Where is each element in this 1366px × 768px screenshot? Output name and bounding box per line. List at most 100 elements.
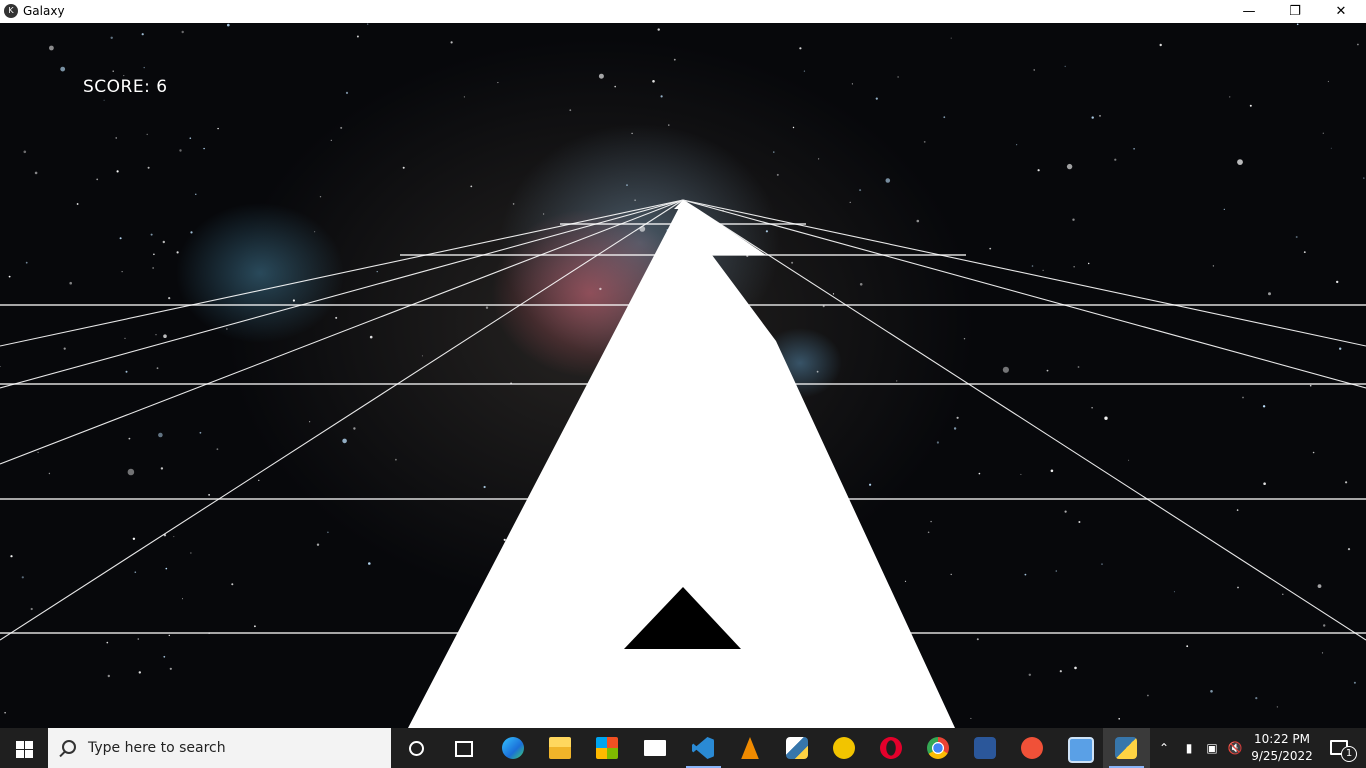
score-label: SCORE: 6 — [83, 77, 168, 97]
clock[interactable]: 10:22 PM 9/25/2022 — [1246, 731, 1318, 765]
star — [1363, 177, 1365, 179]
chrome-icon — [927, 737, 949, 759]
microsoft-store-button[interactable] — [584, 728, 631, 768]
star — [1323, 624, 1326, 627]
star — [1282, 593, 1284, 595]
vscode-button[interactable] — [680, 728, 727, 768]
star — [765, 230, 769, 233]
star — [803, 70, 806, 72]
star — [127, 468, 135, 476]
star — [395, 458, 397, 461]
star — [190, 552, 192, 554]
star — [150, 233, 153, 236]
star — [512, 203, 515, 205]
action-center-button[interactable]: 1 — [1320, 728, 1360, 768]
star — [153, 253, 155, 256]
star — [258, 479, 260, 481]
star — [1024, 573, 1027, 576]
swift-button[interactable] — [1009, 728, 1056, 768]
star — [162, 240, 165, 244]
star — [470, 185, 473, 188]
star — [634, 199, 636, 201]
star — [832, 293, 835, 295]
search-input[interactable]: Type here to search — [48, 728, 391, 768]
star — [4, 712, 6, 714]
control-panel-button[interactable] — [1056, 728, 1103, 768]
start-button[interactable] — [0, 728, 48, 768]
opera-button[interactable] — [868, 728, 915, 768]
cortana-button[interactable] — [393, 728, 440, 768]
star — [1242, 396, 1244, 399]
star — [1276, 706, 1279, 708]
python-idle-button[interactable] — [774, 728, 821, 768]
star — [119, 237, 122, 240]
archicad-button[interactable] — [821, 728, 868, 768]
volume-muted-icon: 🔇 — [1227, 741, 1243, 755]
grid-line-v — [0, 199, 684, 347]
star — [134, 571, 137, 573]
star — [1263, 482, 1266, 486]
star — [340, 126, 343, 129]
star — [1002, 366, 1010, 373]
search-icon — [62, 740, 76, 754]
maximize-button[interactable]: ❐ — [1272, 0, 1318, 23]
cortana-icon — [409, 741, 424, 756]
file-explorer-button[interactable] — [537, 728, 584, 768]
star — [1357, 43, 1359, 46]
python-app-button[interactable] — [1103, 728, 1150, 768]
title-bar: K Galaxy — ❐ ✕ — [0, 0, 1366, 23]
star — [168, 634, 170, 637]
star — [60, 66, 66, 72]
star — [124, 337, 126, 339]
opera-icon — [880, 737, 902, 759]
star — [950, 573, 952, 576]
star — [904, 580, 907, 582]
vlc-button[interactable] — [727, 728, 774, 768]
star — [936, 441, 940, 444]
search-placeholder: Type here to search — [88, 740, 226, 756]
star — [158, 432, 163, 438]
star — [652, 80, 655, 83]
star — [875, 97, 878, 100]
chrome-button[interactable] — [915, 728, 962, 768]
close-button[interactable]: ✕ — [1318, 0, 1364, 23]
star — [1128, 459, 1130, 461]
star — [123, 75, 125, 77]
game-canvas[interactable]: SCORE: 6 — [0, 23, 1366, 728]
star — [776, 173, 779, 176]
task-view-button[interactable] — [440, 728, 487, 768]
python-idle-icon — [786, 737, 808, 759]
network-button[interactable]: ▣ — [1201, 728, 1223, 768]
star — [1296, 23, 1299, 26]
star — [217, 127, 219, 130]
star — [147, 166, 150, 169]
volume-button[interactable]: 🔇 — [1224, 728, 1246, 768]
battery-button[interactable]: ▮ — [1178, 728, 1200, 768]
star — [1104, 416, 1108, 420]
star — [37, 451, 39, 454]
star — [1147, 694, 1149, 697]
star — [203, 147, 205, 150]
word-button[interactable] — [962, 728, 1009, 768]
star — [1050, 469, 1054, 473]
star — [216, 448, 219, 451]
star — [376, 271, 378, 273]
minimize-button[interactable]: — — [1226, 0, 1272, 23]
star — [316, 543, 320, 546]
star — [1229, 96, 1231, 98]
mail-button[interactable] — [632, 728, 679, 768]
edge-button[interactable] — [490, 728, 537, 768]
star — [110, 36, 113, 39]
show-hidden-icons-button[interactable]: ⌃ — [1152, 728, 1176, 768]
star — [254, 625, 256, 628]
star — [497, 82, 499, 84]
star — [169, 667, 172, 670]
python-app-icon — [1115, 737, 1137, 759]
star — [1327, 80, 1329, 83]
star — [970, 717, 972, 719]
star — [1345, 481, 1348, 484]
star — [107, 674, 111, 678]
star — [869, 483, 872, 486]
star — [368, 562, 371, 565]
star — [179, 149, 182, 152]
